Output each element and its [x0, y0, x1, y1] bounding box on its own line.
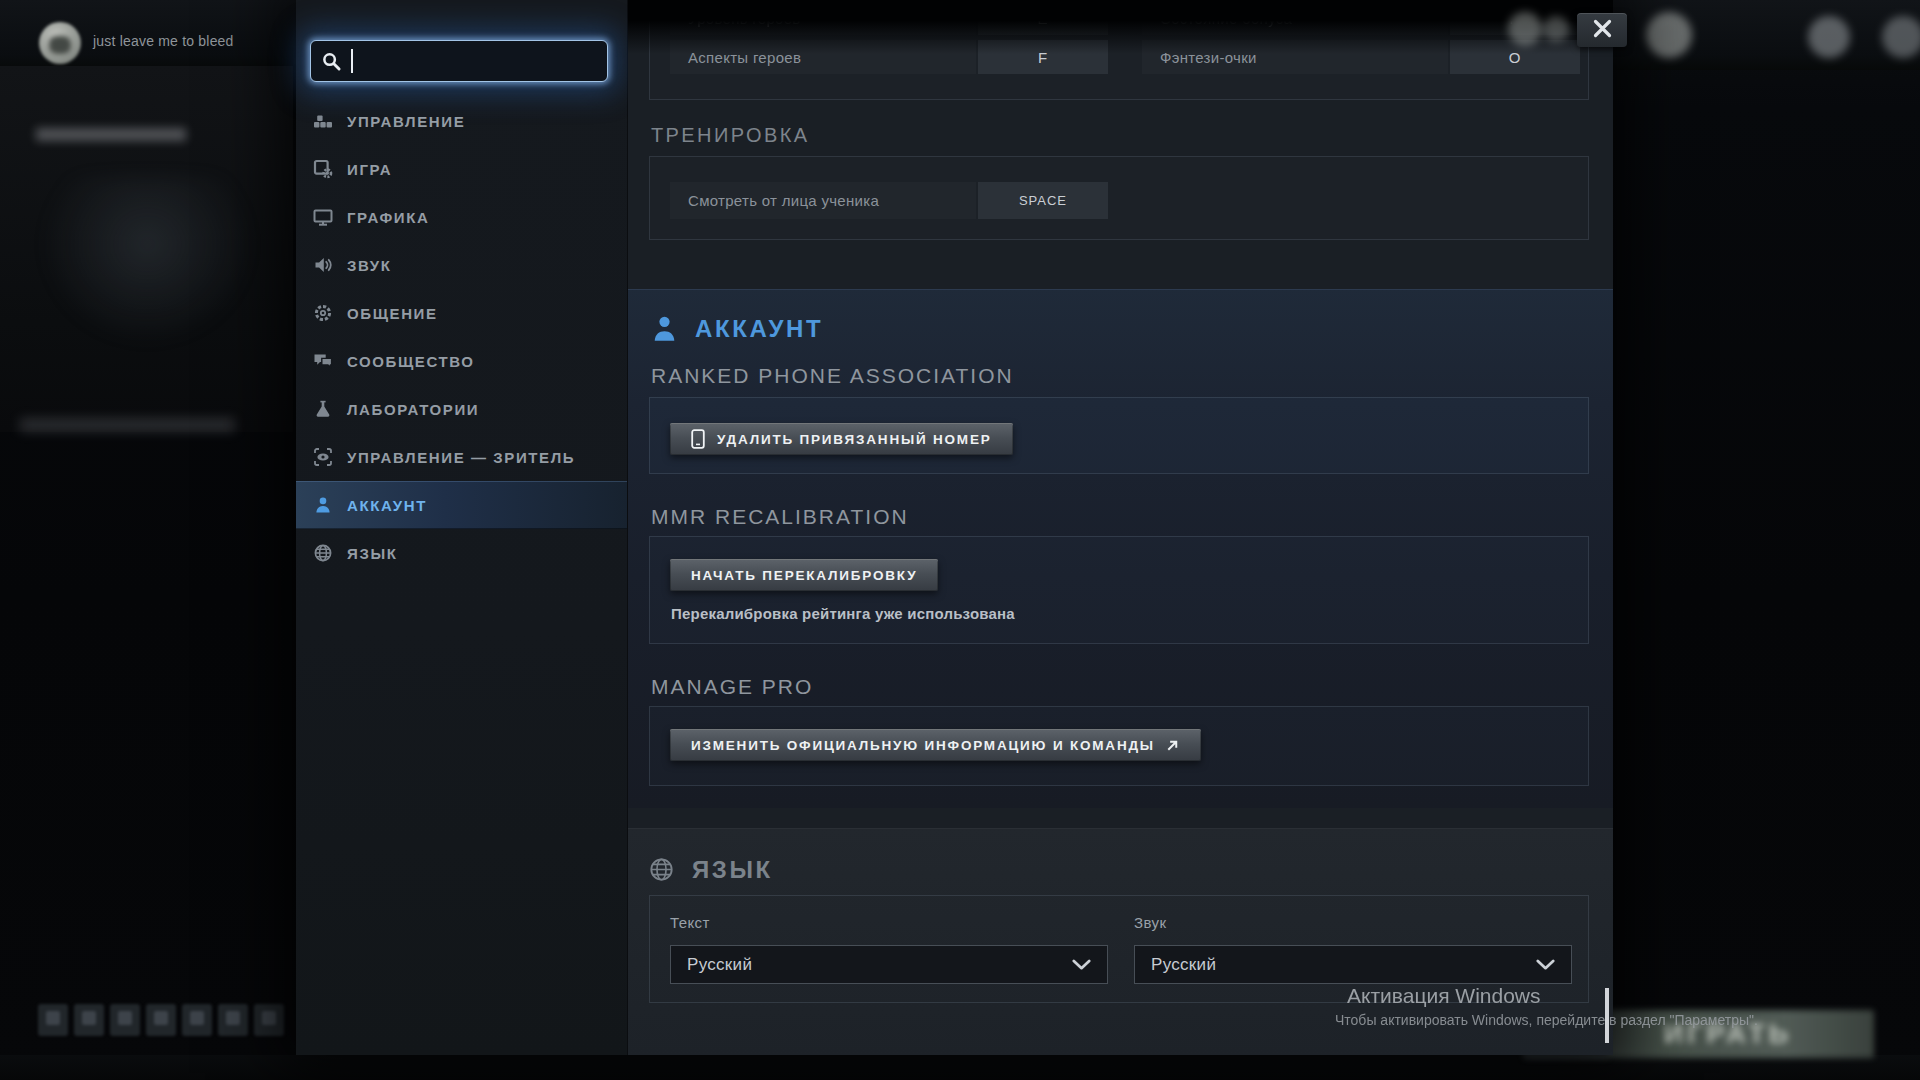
sidebar-item-label: ЗВУК — [347, 257, 392, 274]
search-icon — [321, 51, 342, 72]
search-box[interactable] — [310, 40, 608, 82]
sidebar-item-video[interactable]: ГРАФИКА — [296, 193, 627, 241]
account-section-header: АККАУНТ — [652, 314, 823, 343]
sidebar-item-label: ОБЩЕНИЕ — [347, 305, 438, 322]
sidebar-item-spectator[interactable]: УПРАВЛЕНИЕ — ЗРИТЕЛЬ — [296, 433, 627, 481]
close-icon — [1593, 19, 1612, 42]
globe-icon — [313, 543, 333, 563]
mmr-header: MMR RECALIBRATION — [651, 505, 909, 529]
hero-showcase — [0, 66, 293, 432]
sidebar-item-label: СООБЩЕСТВО — [347, 353, 475, 370]
windows-activation-title: Активация Windows — [1347, 984, 1541, 1008]
audio-language-dropdown[interactable]: Русский — [1134, 945, 1572, 984]
speaker-icon — [313, 255, 333, 275]
manage-pro-header: MANAGE PRO — [651, 675, 813, 699]
chat-icon — [313, 351, 333, 371]
phone-icon — [691, 429, 705, 449]
status-text: just leave me to bleed — [93, 33, 234, 49]
flask-icon — [313, 399, 333, 419]
sidebar-item-game[interactable]: ИГРА — [296, 145, 627, 193]
hotkey-label: Фэнтези-очки — [1142, 40, 1448, 74]
person-icon — [313, 495, 333, 515]
chevron-down-icon — [1536, 959, 1555, 971]
remove-phone-button[interactable]: УДАЛИТЬ ПРИВЯЗАННЫЙ НОМЕР — [670, 423, 1013, 455]
hotkey-binding[interactable]: O — [1450, 40, 1580, 74]
background-blob — [1543, 16, 1569, 42]
sidebar-item-label: ЯЗЫК — [347, 545, 397, 562]
sidebar-item-account[interactable]: АККАУНТ — [296, 481, 627, 529]
person-icon — [652, 314, 677, 343]
hotkey-binding[interactable]: F — [978, 40, 1108, 74]
close-button[interactable] — [1577, 13, 1627, 47]
game-icon — [313, 159, 333, 179]
sidebar-item-language[interactable]: ЯЗЫК — [296, 529, 627, 577]
sidebar-item-label: ГРАФИКА — [347, 209, 429, 226]
text-language-dropdown[interactable]: Русский — [670, 945, 1108, 984]
language-section-header: ЯЗЫК — [649, 855, 773, 884]
ranked-phone-header: RANKED PHONE ASSOCIATION — [651, 364, 1014, 388]
hotkey-label: Состояние бонуса — [1142, 1, 1448, 35]
training-panel: Смотреть от лица ученика SPACE — [649, 156, 1589, 240]
hotkey-binding[interactable]: SPACE — [978, 182, 1108, 219]
mmr-panel: НАЧАТЬ ПЕРЕКАЛИБРОВКУ Перекалибровка рей… — [649, 536, 1589, 644]
background-blob — [1882, 16, 1920, 58]
background-bottom-strip — [0, 1055, 1920, 1080]
sidebar-item-label: УПРАВЛЕНИЕ — [347, 113, 465, 130]
training-header: ТРЕНИРОВКА — [651, 124, 810, 147]
gear-icon — [313, 303, 333, 323]
background-blob — [1808, 16, 1850, 58]
sidebar-item-label: ЛАБОРАТОРИИ — [347, 401, 479, 418]
sidebar-item-label: УПРАВЛЕНИЕ — ЗРИТЕЛЬ — [347, 449, 575, 466]
spectator-eye-icon — [313, 447, 333, 467]
chevron-down-icon — [1072, 959, 1091, 971]
hotkey-label: Уровень героев — [670, 1, 976, 35]
hotkey-label: Смотреть от лица ученика — [670, 182, 976, 219]
manage-pro-panel: ИЗМЕНИТЬ ОФИЦИАЛЬНУЮ ИНФОРМАЦИЮ И КОМАНД… — [649, 706, 1589, 786]
sidebar-item-communication[interactable]: ОБЩЕНИЕ — [296, 289, 627, 337]
text-language-label: Текст — [670, 914, 710, 931]
search-input[interactable] — [353, 41, 597, 81]
settings-content: АККАУНТ RANKED PHONE ASSOCIATION УДАЛИТЬ… — [628, 0, 1613, 1055]
sidebar-menu: УПРАВЛЕНИЕ ИГРА ГРАФИКА ЗВУК ОБЩЕНИЕ СООБЩЕСТ… — [296, 97, 627, 577]
account-section: АККАУНТ RANKED PHONE ASSOCIATION УДАЛИТЬ… — [628, 289, 1613, 808]
controls-icon — [313, 111, 333, 131]
mmr-note: Перекалибровка рейтинга уже использована — [671, 605, 1015, 622]
start-recalibration-button[interactable]: НАЧАТЬ ПЕРЕКАЛИБРОВКУ — [670, 559, 938, 591]
sidebar-item-controls[interactable]: УПРАВЛЕНИЕ — [296, 97, 627, 145]
cursor-bar — [1605, 988, 1609, 1043]
hotkey-label: Аспекты героев — [670, 40, 976, 74]
windows-activation-subtitle: Чтобы активировать Windows, перейдите в … — [1335, 1012, 1758, 1028]
sidebar-item-labs[interactable]: ЛАБОРАТОРИИ — [296, 385, 627, 433]
audio-language-label: Звук — [1134, 914, 1166, 931]
sidebar-item-audio[interactable]: ЗВУК — [296, 241, 627, 289]
settings-sidebar: УПРАВЛЕНИЕ ИГРА ГРАФИКА ЗВУК ОБЩЕНИЕ СООБЩЕСТ… — [296, 0, 628, 1055]
sidebar-item-label: ИГРА — [347, 161, 392, 178]
monitor-icon — [313, 207, 333, 227]
ranked-phone-panel: УДАЛИТЬ ПРИВЯЗАННЫЙ НОМЕР — [649, 397, 1589, 474]
external-link-icon — [1165, 738, 1180, 753]
sidebar-item-label: АККАУНТ — [347, 497, 427, 514]
sidebar-item-community[interactable]: СООБЩЕСТВО — [296, 337, 627, 385]
avatar — [39, 22, 81, 64]
background-blob — [1646, 12, 1692, 58]
edit-pro-info-button[interactable]: ИЗМЕНИТЬ ОФИЦИАЛЬНУЮ ИНФОРМАЦИЮ И КОМАНД… — [670, 729, 1201, 761]
globe-icon — [649, 855, 674, 884]
hotkeys-panel: Уровень героев E Состояние бонуса P Аспе… — [649, 0, 1589, 100]
hotkey-binding[interactable]: E — [978, 1, 1108, 35]
background-blob — [1508, 12, 1542, 46]
